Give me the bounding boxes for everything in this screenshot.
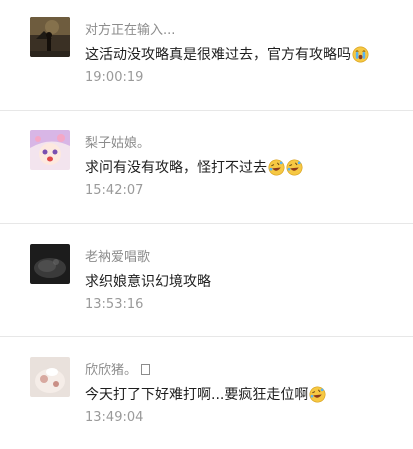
unknown-glyph-icon — [141, 364, 151, 375]
commenter-name: 欣欣猪。 — [85, 359, 151, 378]
comment-text: 今天打了下好难打啊...要疯狂走位啊 — [85, 384, 326, 404]
comment-text-content: 求问有没有攻略，怪打不过去 — [85, 160, 267, 176]
comment-text-content: 今天打了下好难打啊...要疯狂走位啊 — [85, 387, 309, 403]
divider — [0, 336, 413, 337]
comment-timestamp: 15:42:07 — [85, 183, 144, 198]
comment-timestamp: 13:49:04 — [85, 410, 144, 425]
comment-timestamp: 19:00:19 — [85, 70, 144, 85]
comment-text: 求织娘意识幻境攻略 — [85, 271, 211, 291]
comment-timestamp: 13:53:16 — [85, 297, 144, 312]
avatar[interactable] — [30, 130, 70, 170]
avatar[interactable] — [30, 357, 70, 397]
divider — [0, 110, 413, 111]
divider — [0, 223, 413, 224]
comment-text: 这活动没攻略真是很难过去，官方有攻略吗 — [85, 44, 369, 64]
comment-text-content: 这活动没攻略真是很难过去，官方有攻略吗 — [85, 47, 351, 63]
commenter-name-text: 欣欣猪。 — [85, 363, 138, 378]
laughing-crying-face-icon — [268, 159, 285, 176]
commenter-name: 对方正在输入... — [85, 23, 176, 38]
laughing-crying-face-icon — [309, 386, 326, 403]
commenter-name: 梨子姑娘。 — [85, 136, 151, 151]
avatar[interactable] — [30, 17, 70, 57]
laughing-crying-face-icon — [286, 159, 303, 176]
comment-text: 求问有没有攻略，怪打不过去 — [85, 157, 303, 177]
commenter-name: 老衲爱唱歌 — [85, 250, 151, 265]
avatar[interactable] — [30, 244, 70, 284]
comment-text-content: 求织娘意识幻境攻略 — [85, 274, 211, 290]
crying-face-icon — [352, 46, 369, 63]
comment-list: 对方正在输入... 这活动没攻略真是很难过去，官方有攻略吗 19:00:19 梨… — [0, 0, 413, 449]
